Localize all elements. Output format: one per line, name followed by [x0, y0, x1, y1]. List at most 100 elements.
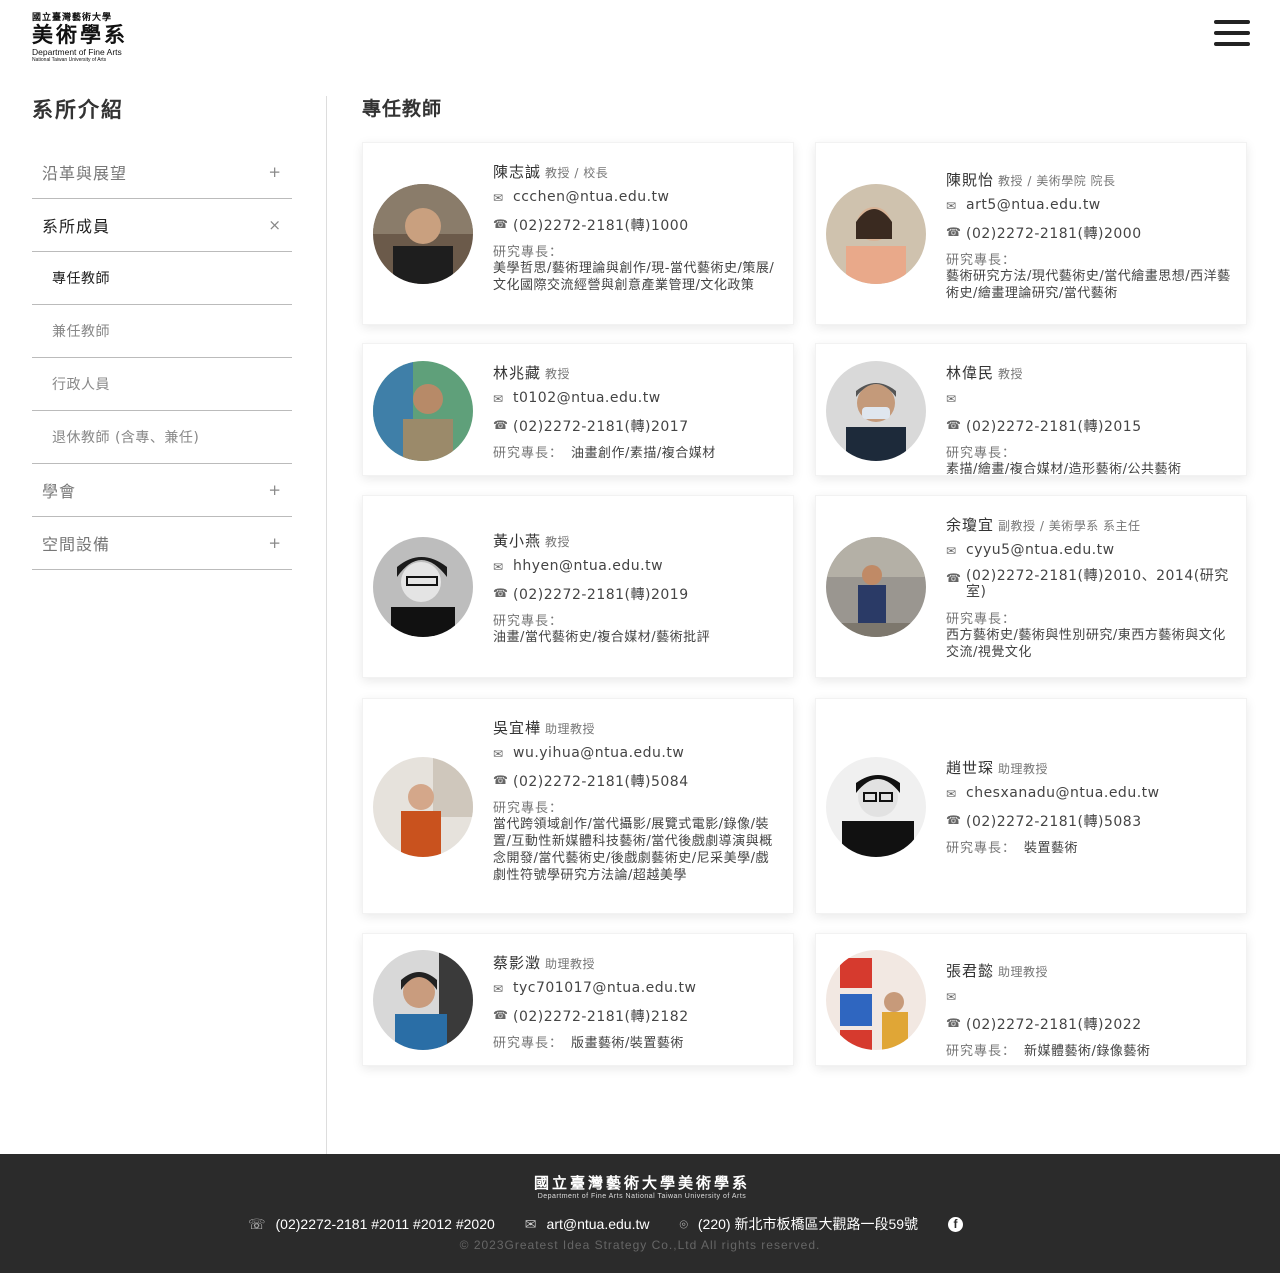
footer-logo-en: Department of Fine Arts National Taiwan …: [537, 1193, 747, 1200]
close-icon: ×: [268, 216, 282, 234]
spec-label: 研究專長：: [493, 1036, 564, 1051]
faculty-card[interactable]: 陳志誠 教授 / 校長 ✉ ccchen@ntua.edu.tw ☎ (02)2272…: [362, 142, 794, 325]
faculty-card[interactable]: 張君懿 助理教授 ✉ ☎ (02)2272-2181(轉)2022 研究專長： 新媒體…: [815, 933, 1247, 1066]
faculty-card[interactable]: 蔡影澂 助理教授 ✉ tyc701017@ntua.edu.tw ☎ (02)2272…: [362, 933, 794, 1066]
faculty-photo: [826, 950, 926, 1050]
phone-icon: ☎: [493, 773, 509, 787]
faculty-title: 教授 / 校長: [545, 166, 609, 180]
site-footer: 國立臺灣藝術大學美術學系 Department of Fine Arts Nat…: [0, 1154, 1280, 1273]
faculty-name: 林偉民: [946, 364, 995, 382]
spec-label: 研究專長：: [946, 612, 1017, 627]
faculty-photo: [373, 184, 473, 284]
faculty-spec: 當代跨領域創作/當代攝影/展覽式電影/錄像/裝置/互動性新媒體科技藝術/當代後戲…: [493, 817, 773, 883]
faculty-name: 陳貺怡: [946, 171, 995, 189]
envelope-icon: ✉: [946, 787, 957, 801]
faculty-email[interactable]: t0102@ntua.edu.tw: [513, 390, 661, 406]
faculty-card[interactable]: 余瓊宜 副教授 / 美術學系 系主任 ✉ cyyu5@ntua.edu.tw ☎ (0…: [815, 495, 1247, 678]
faculty-email[interactable]: cyyu5@ntua.edu.tw: [966, 542, 1115, 558]
faculty-card[interactable]: 吳宜樺 助理教授 ✉ wu.yihua@ntua.edu.tw ☎ (02)2272-…: [362, 698, 794, 914]
faculty-photo: [373, 361, 473, 461]
faculty-email[interactable]: tyc701017@ntua.edu.tw: [513, 980, 696, 996]
faculty-email[interactable]: art5@ntua.edu.tw: [966, 197, 1101, 213]
footer-phone[interactable]: (02)2272-2181 #2011 #2012 #2020: [276, 1216, 495, 1232]
spec-label: 研究專長：: [946, 253, 1017, 268]
faculty-title: 副教授 / 美術學系 系主任: [998, 519, 1141, 533]
faculty-card[interactable]: 陳貺怡 教授 / 美術學院 院長 ✉ art5@ntua.edu.tw ☎ (02)2…: [815, 142, 1247, 325]
faculty-title: 教授: [545, 535, 571, 549]
location-pin-icon: ⌾: [679, 1215, 688, 1232]
page-title: 專任教師: [362, 98, 443, 120]
faculty-phone: (02)2272-2181(轉)5084: [513, 774, 689, 790]
sidebar-item-label: 學會: [42, 482, 77, 501]
logo-english: Department of Fine Arts: [32, 47, 122, 57]
faculty-spec: 油畫/當代藝術史/複合媒材/藝術批評: [493, 630, 711, 645]
faculty-spec: 素描/繪畫/複合媒材/造形藝術/公共藝術: [946, 462, 1182, 477]
sidebar-subitem-parttime[interactable]: 兼任教師: [32, 305, 292, 358]
faculty-email[interactable]: chesxanadu@ntua.edu.tw: [966, 785, 1160, 801]
faculty-spec: 西方藝術史/藝術與性別研究/東西方藝術與文化交流/視覺文化: [946, 628, 1226, 660]
sidebar-item-society[interactable]: 學會 +: [32, 464, 292, 517]
faculty-photo: [826, 361, 926, 461]
faculty-card[interactable]: 林偉民 教授 ✉ ☎ (02)2272-2181(轉)2015 研究專長： 素描/繪…: [815, 343, 1247, 477]
phone-icon: ☎: [493, 418, 509, 432]
spec-label: 研究專長：: [946, 841, 1017, 856]
faculty-name: 趙世琛: [946, 759, 995, 777]
sidebar-item-facilities[interactable]: 空間設備 +: [32, 517, 292, 570]
envelope-icon: ✉: [493, 560, 504, 574]
spec-label: 研究專長：: [493, 801, 564, 816]
logo-english-sub: National Taiwan University of Arts: [32, 57, 107, 63]
faculty-phone: (02)2272-2181(轉)2017: [513, 419, 689, 435]
faculty-name: 黃小燕: [493, 532, 542, 550]
faculty-photo: [373, 757, 473, 857]
sidebar-subitem-fulltime[interactable]: 專任教師: [32, 252, 292, 305]
sidebar-item-history[interactable]: 沿革與展望 +: [32, 146, 292, 199]
spec-label: 研究專長：: [493, 245, 564, 260]
faculty-spec: 美學哲思/藝術理論與創作/現-當代藝術史/策展/文化國際交流經營與創意產業管理/…: [493, 261, 775, 293]
site-logo[interactable]: 國立臺灣藝術大學 美術學系 Department of Fine Arts Na…: [32, 10, 136, 64]
footer-email[interactable]: art@ntua.edu.tw: [547, 1216, 650, 1232]
sidebar-title: 系所介紹: [32, 98, 124, 122]
envelope-icon: ✉: [946, 392, 957, 406]
faculty-spec: 裝置藝術: [1024, 841, 1079, 856]
spec-label: 研究專長：: [493, 446, 564, 461]
faculty-email[interactable]: hhyen@ntua.edu.tw: [513, 558, 663, 574]
sidebar-subitem-retired[interactable]: 退休教師 (含專、兼任): [32, 411, 292, 464]
phone-icon: ☎: [493, 1008, 509, 1022]
plus-icon: +: [268, 481, 282, 499]
footer-address[interactable]: (220) 新北市板橋區大觀路一段59號: [698, 1214, 918, 1234]
sidebar-subitem-staff[interactable]: 行政人員: [32, 358, 292, 411]
sidebar-item-members[interactable]: 系所成員 ×: [32, 199, 292, 252]
plus-icon: +: [268, 534, 282, 552]
faculty-photo: [826, 537, 926, 637]
faculty-spec: 新媒體藝術/錄像藝術: [1024, 1044, 1151, 1059]
faculty-name: 林兆藏: [493, 364, 542, 382]
sidebar-item-label: 沿革與展望: [42, 164, 128, 183]
phone-icon: ☎: [493, 586, 509, 600]
footer-logo[interactable]: 國立臺灣藝術大學美術學系 Department of Fine Arts Nat…: [522, 1172, 762, 1200]
envelope-icon: ✉: [493, 982, 504, 996]
faculty-card[interactable]: 黃小燕 教授 ✉ hhyen@ntua.edu.tw ☎ (02)2272-2181(…: [362, 495, 794, 678]
envelope-icon: ✉: [946, 544, 957, 558]
faculty-spec: 藝術研究方法/現代藝術史/當代繪畫思想/西洋藝術史/繪畫理論研究/當代藝術: [946, 269, 1231, 301]
hamburger-icon[interactable]: [1214, 20, 1250, 50]
faculty-spec: 版畫藝術/裝置藝術: [571, 1036, 684, 1051]
faculty-title: 教授 / 美術學院 院長: [998, 174, 1116, 188]
faculty-email[interactable]: ccchen@ntua.edu.tw: [513, 189, 669, 205]
envelope-icon: ✉: [946, 199, 957, 213]
phone-icon: ☏: [248, 1215, 266, 1232]
content-divider: [326, 96, 327, 1154]
facebook-icon[interactable]: f: [948, 1216, 964, 1232]
plus-icon: +: [268, 163, 282, 181]
faculty-title: 助理教授: [545, 957, 596, 971]
envelope-icon: ✉: [524, 1215, 537, 1232]
envelope-icon: ✉: [493, 392, 504, 406]
faculty-card[interactable]: 趙世琛 助理教授 ✉ chesxanadu@ntua.edu.tw ☎ (02)227…: [815, 698, 1247, 914]
phone-icon: ☎: [946, 1016, 962, 1030]
faculty-email[interactable]: wu.yihua@ntua.edu.tw: [513, 745, 684, 761]
faculty-card[interactable]: 林兆藏 教授 ✉ t0102@ntua.edu.tw ☎ (02)2272-2181(…: [362, 343, 794, 476]
phone-icon: ☎: [946, 225, 962, 239]
faculty-name: 蔡影澂: [493, 954, 542, 972]
faculty-photo: [826, 184, 926, 284]
faculty-phone: (02)2272-2181(轉)5083: [966, 814, 1142, 830]
faculty-phone: (02)2272-2181(轉)1000: [513, 218, 689, 234]
